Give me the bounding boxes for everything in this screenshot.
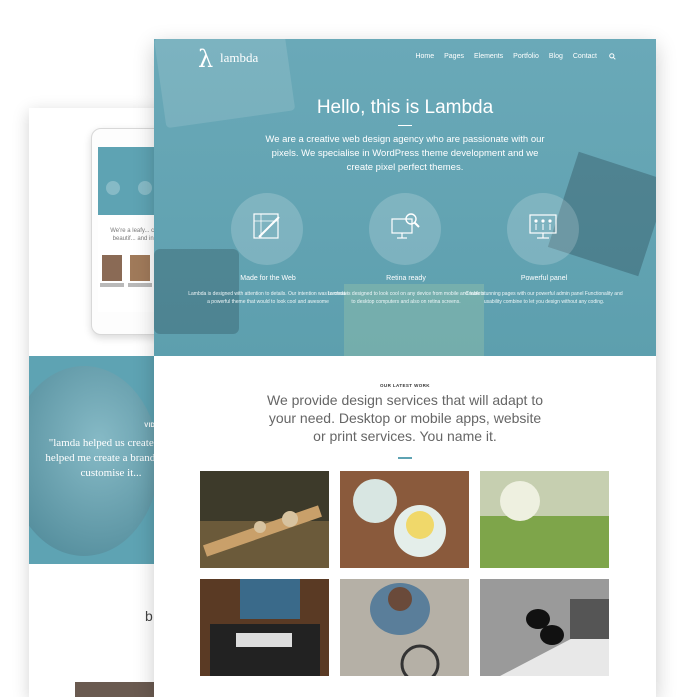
nav-item-blog[interactable]: Blog [549, 53, 563, 60]
hero-description: We are a creative web design agency who … [265, 134, 545, 173]
section-label: OUR LATEST WORK [380, 383, 430, 388]
portfolio-item-grass[interactable] [480, 471, 609, 568]
hero-divider [398, 125, 412, 126]
main-menu: Home Pages Elements Portfolio Blog Conta… [405, 53, 616, 60]
retina-icon [369, 193, 441, 265]
tablet-team-label [100, 283, 124, 287]
tablet-feature-dot [106, 181, 120, 195]
back-page-photo [75, 682, 155, 697]
portfolio-item-drinks[interactable] [340, 471, 469, 568]
hero-title: Hello, this is Lambda [316, 97, 494, 118]
feature-description: Create stunning pages with our powerful … [465, 291, 623, 305]
feature-title: Retina ready [386, 275, 426, 282]
section-divider [398, 457, 412, 459]
tablet-feature-dot [138, 181, 152, 195]
portfolio-item-workspace[interactable] [200, 579, 329, 676]
main-page-preview: λ lambda Home Pages Elements Portfolio B… [154, 39, 656, 697]
nav-item-portfolio[interactable]: Portfolio [513, 53, 539, 60]
nav-item-pages[interactable]: Pages [444, 53, 464, 60]
back-page-text: b [145, 608, 153, 624]
nav-item-contact[interactable]: Contact [573, 53, 597, 60]
portfolio-item-cyclist[interactable] [340, 579, 469, 676]
feature-title: Made for the Web [240, 275, 296, 282]
nav-item-home[interactable]: Home [415, 53, 434, 60]
logo-icon[interactable]: λ [198, 45, 213, 73]
design-icon [231, 193, 303, 265]
top-navigation: λ lambda Home Pages Elements Portfolio B… [154, 39, 656, 79]
portfolio-item-laptop-glasses[interactable] [480, 579, 609, 676]
feature-title: Powerful panel [520, 275, 568, 282]
tablet-team-label [128, 283, 152, 287]
hero-section: λ lambda Home Pages Elements Portfolio B… [154, 39, 656, 356]
logo-text[interactable]: lambda [220, 50, 258, 66]
tablet-team-photo [102, 255, 122, 281]
feature-description: Lambda is designed to look cool on any d… [327, 291, 485, 305]
nav-item-elements[interactable]: Elements [474, 53, 503, 60]
section-title: We provide design services that will ada… [267, 392, 543, 444]
tablet-team-photo [130, 255, 150, 281]
feature-description: Lambda is designed with attention to det… [188, 291, 348, 305]
search-icon[interactable] [609, 53, 616, 60]
panel-icon [507, 193, 579, 265]
portfolio-item-guitar[interactable] [200, 471, 329, 568]
